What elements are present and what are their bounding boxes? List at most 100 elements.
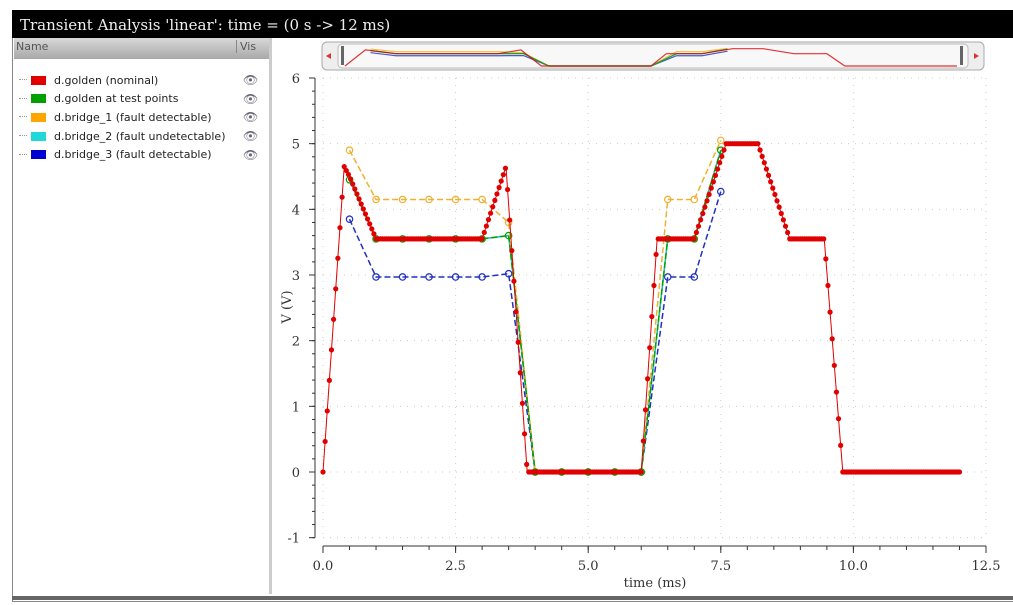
golden-point — [479, 236, 485, 242]
golden-point — [759, 153, 765, 159]
golden-point — [649, 313, 655, 320]
golden-point — [367, 221, 373, 227]
golden-point — [827, 309, 833, 315]
golden-point — [763, 166, 770, 172]
golden-point — [825, 282, 831, 289]
golden-point — [515, 339, 521, 345]
golden-point — [360, 206, 366, 212]
golden-point — [358, 201, 364, 207]
golden-point — [483, 223, 489, 229]
golden-point — [708, 185, 714, 191]
y-tick-label: 1 — [292, 400, 300, 415]
golden-point — [831, 362, 837, 369]
golden-point — [494, 191, 500, 197]
golden-point — [507, 217, 513, 223]
golden-point — [481, 229, 487, 236]
golden-point — [829, 336, 835, 342]
golden-point — [326, 377, 332, 383]
series-line-2 — [348, 140, 722, 473]
y-tick-label: -1 — [287, 532, 300, 547]
test-point-4 — [345, 215, 354, 223]
golden-point — [642, 407, 649, 413]
golden-point — [328, 347, 335, 353]
golden-point — [517, 370, 523, 376]
test-point-2 — [345, 146, 354, 155]
golden-point — [778, 210, 784, 217]
golden-point — [371, 231, 377, 237]
golden-point — [710, 179, 716, 185]
golden-point — [369, 226, 375, 232]
golden-point — [712, 172, 719, 179]
golden-point — [691, 236, 697, 242]
golden-point — [785, 229, 791, 236]
golden-point — [833, 389, 840, 395]
golden-point — [704, 198, 710, 204]
golden-point — [823, 256, 829, 262]
golden-point — [782, 223, 789, 229]
golden-point — [347, 176, 354, 182]
golden-point — [519, 400, 526, 406]
golden-point — [640, 438, 646, 444]
golden-point — [335, 255, 341, 261]
golden-point — [345, 171, 352, 178]
golden-point — [761, 160, 767, 166]
golden-point — [715, 166, 721, 172]
y-tick-label: 3 — [292, 269, 300, 284]
golden-point — [324, 408, 330, 414]
golden-point — [757, 147, 763, 153]
golden-point — [755, 141, 761, 147]
y-tick-label: 2 — [292, 335, 300, 350]
golden-point — [647, 345, 653, 351]
golden-point — [770, 185, 776, 191]
golden-point — [509, 248, 515, 254]
golden-point — [362, 211, 369, 217]
golden-point — [653, 251, 659, 258]
golden-point — [702, 204, 708, 210]
golden-point — [513, 309, 519, 315]
left-handle[interactable] — [341, 46, 344, 65]
golden-point — [354, 191, 360, 197]
golden-point — [638, 469, 644, 475]
golden-point — [835, 416, 842, 422]
golden-point — [838, 442, 844, 448]
x-tick-label: 7.5 — [710, 559, 731, 574]
x-tick-label: 12.5 — [972, 559, 1001, 574]
golden-point — [492, 197, 498, 203]
golden-point — [721, 147, 727, 153]
golden-point — [352, 186, 358, 192]
golden-point — [504, 186, 511, 193]
x-axis-label: time (ms) — [624, 576, 687, 591]
golden-point — [776, 204, 782, 210]
golden-point — [700, 210, 706, 217]
golden-point — [719, 153, 725, 159]
golden-point — [337, 225, 343, 231]
golden-point — [821, 236, 827, 242]
test-point-2 — [690, 195, 699, 204]
plot-area: -1 0 1 2 3 4 5 6 0.0 2.5 5.0 7.5 10.0 12.5 time (ms) V … — [280, 41, 1001, 591]
x-tick-label: 10.0 — [839, 559, 868, 574]
overview-navigator[interactable] — [321, 41, 985, 71]
right-handle[interactable] — [960, 46, 963, 65]
golden-point — [496, 184, 502, 191]
golden-point — [498, 178, 504, 184]
golden-point — [651, 282, 657, 289]
golden-point — [693, 229, 700, 236]
golden-point — [485, 217, 492, 223]
golden-point — [765, 172, 772, 179]
x-tick-label: 0.0 — [313, 559, 334, 574]
golden-point — [768, 179, 774, 185]
golden-point — [322, 438, 328, 445]
golden-point — [706, 191, 712, 198]
golden-point — [695, 223, 702, 229]
golden-point — [780, 217, 786, 223]
golden-point — [524, 461, 530, 467]
golden-point — [333, 286, 339, 292]
golden-point — [774, 198, 780, 204]
x-tick-label: 2.5 — [445, 559, 466, 574]
golden-point — [331, 316, 337, 322]
y-tick-label: 0 — [292, 466, 300, 481]
golden-point — [645, 376, 651, 382]
golden-point — [521, 431, 528, 437]
golden-point — [717, 160, 723, 166]
golden-point — [364, 216, 371, 222]
